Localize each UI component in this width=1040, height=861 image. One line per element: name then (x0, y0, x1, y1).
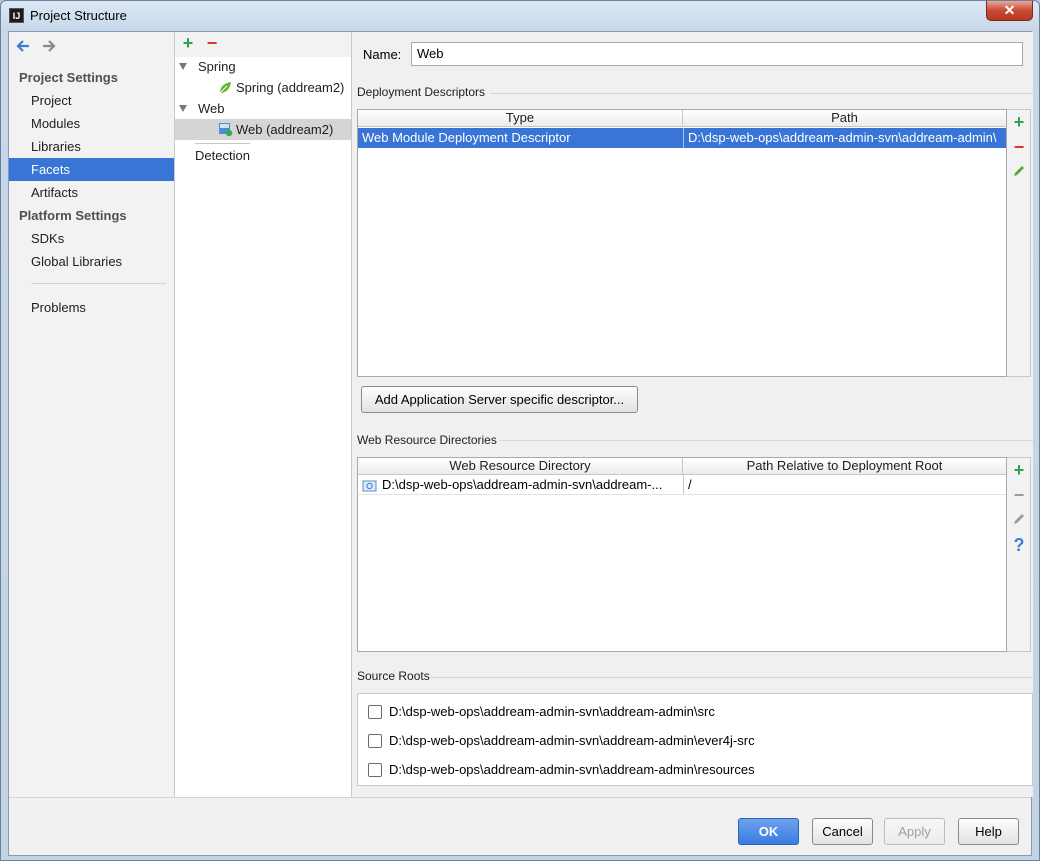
ok-button[interactable]: OK (738, 818, 799, 845)
facets-tree-panel: + − Spring Spring (addream2) Web Web (ad… (175, 32, 352, 797)
edit-descriptor-icon[interactable] (1011, 163, 1027, 181)
tree-node-label: Web (addream2) (236, 122, 334, 137)
expand-triangle-icon[interactable] (179, 105, 187, 112)
name-field[interactable]: Web (411, 42, 1023, 66)
tree-toolbar: + − (175, 32, 351, 57)
platform-settings-header: Platform Settings (19, 208, 127, 223)
tree-node-label: Web (198, 101, 225, 116)
source-root-label: D:\dsp-web-ops\addream-admin-svn\addream… (389, 762, 755, 777)
web-resource-table[interactable]: Web Resource Directory Path Relative to … (357, 457, 1007, 652)
name-label: Name: (363, 47, 402, 62)
add-server-descriptor-button[interactable]: Add Application Server specific descript… (361, 386, 638, 413)
dialog-client-area: Project Settings Project Modules Librari… (8, 31, 1033, 856)
edit-directory-icon[interactable] (1011, 511, 1027, 529)
column-header-path[interactable]: Path (683, 110, 1006, 127)
nav-item-facets[interactable]: Facets (9, 158, 174, 181)
add-facet-icon[interactable]: + (180, 34, 196, 52)
nav-item-project[interactable]: Project (9, 89, 174, 112)
deployment-descriptors-table[interactable]: Type Path Web Module Deployment Descript… (357, 109, 1007, 377)
column-header-relative-path[interactable]: Path Relative to Deployment Root (683, 458, 1006, 475)
nav-item-artifacts[interactable]: Artifacts (9, 181, 174, 204)
web-resource-side-toolbar: + − ? (1007, 457, 1031, 652)
back-arrow-icon[interactable] (15, 38, 31, 54)
close-window-button[interactable]: ✕ (986, 1, 1033, 21)
forward-arrow-icon[interactable] (41, 38, 57, 54)
tree-node-label: Detection (195, 148, 250, 163)
deployment-descriptors-title: Deployment Descriptors (357, 85, 486, 99)
help-button[interactable]: Help (958, 818, 1019, 845)
web-resource-directories-title: Web Resource Directories (357, 433, 497, 447)
cancel-button[interactable]: Cancel (812, 818, 873, 845)
relative-path-cell: / (683, 475, 1006, 494)
source-root-checkbox[interactable] (368, 734, 382, 748)
deployment-side-toolbar: + − (1007, 109, 1031, 377)
web-facet-icon (218, 122, 233, 143)
table-row[interactable]: Web Module Deployment Descriptor D:\dsp-… (358, 128, 1006, 148)
remove-directory-icon[interactable]: − (1011, 486, 1027, 504)
tree-node-label: Spring (addream2) (236, 80, 345, 95)
nav-divider (31, 283, 166, 284)
add-directory-icon[interactable]: + (1011, 461, 1027, 479)
nav-item-libraries[interactable]: Libraries (9, 135, 174, 158)
descriptor-type-cell: Web Module Deployment Descriptor (362, 130, 571, 145)
group-divider (490, 93, 1033, 94)
intellij-app-icon: IJ (9, 8, 24, 23)
apply-button[interactable]: Apply (884, 818, 945, 845)
source-root-checkbox[interactable] (368, 705, 382, 719)
source-roots-list: D:\dsp-web-ops\addream-admin-svn\addream… (357, 693, 1033, 786)
add-descriptor-icon[interactable]: + (1011, 113, 1027, 131)
nav-item-modules[interactable]: Modules (9, 112, 174, 135)
column-header-type[interactable]: Type (358, 110, 683, 127)
tree-node-web[interactable]: Web (175, 98, 351, 119)
settings-nav-panel: Project Settings Project Modules Librari… (9, 32, 175, 797)
tree-node-web-addream2[interactable]: Web (addream2) (175, 119, 351, 140)
group-divider (430, 677, 1033, 678)
remove-descriptor-icon[interactable]: − (1011, 138, 1027, 156)
tree-node-detection[interactable]: Detection (175, 145, 351, 166)
source-roots-title: Source Roots (357, 669, 430, 683)
expand-triangle-icon[interactable] (179, 63, 187, 70)
window-title: Project Structure (30, 8, 127, 23)
project-settings-header: Project Settings (19, 70, 118, 85)
group-divider (499, 440, 1033, 441)
project-structure-window: IJ Project Structure ✕ Project Settings … (0, 0, 1040, 861)
help-question-icon[interactable]: ? (1011, 536, 1027, 554)
nav-item-problems[interactable]: Problems (9, 296, 174, 319)
nav-item-global-libraries[interactable]: Global Libraries (9, 250, 174, 273)
source-root-label: D:\dsp-web-ops\addream-admin-svn\addream… (389, 704, 715, 719)
tree-node-spring-addream2[interactable]: Spring (addream2) (175, 77, 351, 98)
source-root-checkbox[interactable] (368, 763, 382, 777)
directory-cell: D:\dsp-web-ops\addream-admin-svn\addream… (382, 477, 663, 492)
column-header-directory[interactable]: Web Resource Directory (358, 458, 683, 475)
facet-settings-panel: Name: Web Deployment Descriptors Type Pa… (353, 32, 1033, 797)
source-root-label: D:\dsp-web-ops\addream-admin-svn\addream… (389, 733, 755, 748)
tree-node-spring[interactable]: Spring (175, 56, 351, 77)
remove-facet-icon[interactable]: − (204, 34, 220, 52)
tree-node-label: Spring (198, 59, 236, 74)
table-row[interactable]: D:\dsp-web-ops\addream-admin-svn\addream… (358, 475, 1006, 495)
nav-item-sdks[interactable]: SDKs (9, 227, 174, 250)
folder-web-icon (362, 478, 377, 494)
tree-divider (195, 143, 250, 144)
dialog-footer: OK Cancel Apply Help (9, 797, 1031, 855)
title-bar[interactable]: IJ Project Structure ✕ (1, 1, 1039, 31)
descriptor-path-cell: D:\dsp-web-ops\addream-admin-svn\addream… (683, 128, 1006, 148)
